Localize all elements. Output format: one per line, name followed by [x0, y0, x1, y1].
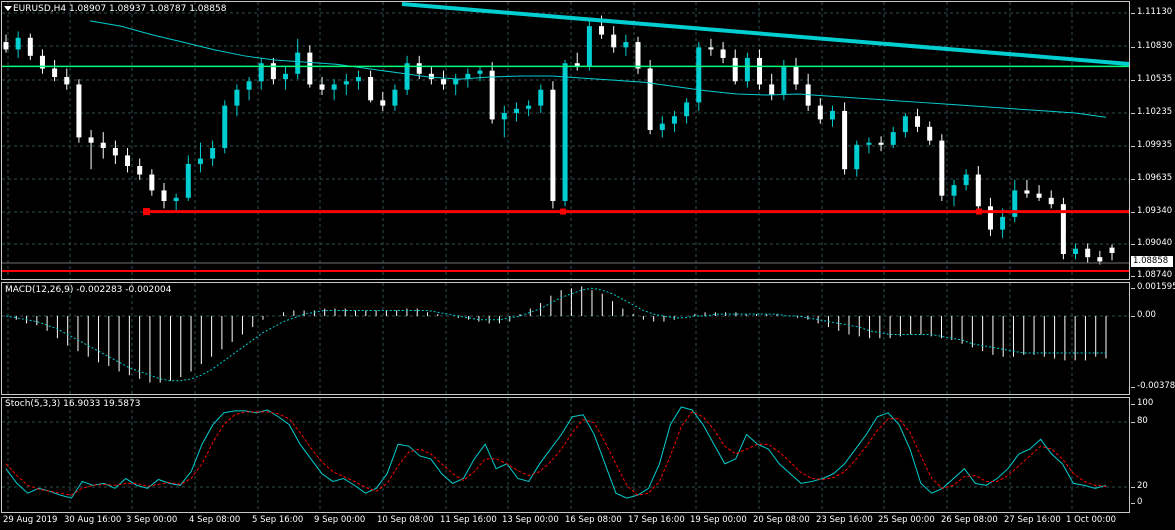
date-label: 16 Sep 08:00	[565, 515, 622, 525]
price-tick: 1.08740	[1130, 270, 1173, 280]
date-label: 3 Sep 00:00	[126, 515, 178, 525]
price-tick: 1.09340	[1130, 206, 1173, 216]
chart-window[interactable]: EURUSD,H4 1.08907 1.08937 1.08787 1.0885…	[0, 0, 1175, 530]
date-label: 26 Sep 08:00	[941, 515, 998, 525]
date-label: 25 Sep 00:00	[878, 515, 935, 525]
date-label: 13 Sep 00:00	[502, 515, 559, 525]
stoch-tick: 0	[1130, 497, 1143, 507]
date-label: 17 Sep 16:00	[628, 515, 685, 525]
date-label: 4 Sep 08:00	[189, 515, 241, 525]
price-tick: 1.11130	[1130, 7, 1173, 17]
date-label: 30 Aug 16:00	[64, 515, 122, 525]
price-tick: 1.10235	[1130, 107, 1173, 117]
current-price-badge: 1.08858	[1131, 256, 1173, 267]
macd-tick: -0.003788	[1131, 381, 1175, 391]
date-label: 9 Sep 00:00	[314, 515, 366, 525]
date-label: 11 Sep 16:00	[440, 515, 497, 525]
stoch-signal-line	[5, 411, 1107, 496]
date-label: 1 Oct 00:00	[1066, 515, 1117, 525]
date-label: 27 Sep 16:00	[1004, 515, 1061, 525]
date-label: 29 Aug 2019	[3, 515, 58, 525]
date-label: 19 Sep 00:00	[690, 515, 747, 525]
symbol-info: EURUSD,H4 1.08907 1.08937 1.08787 1.0885…	[13, 4, 227, 14]
date-label: 23 Sep 16:00	[816, 515, 873, 525]
macd-info: MACD(12,26,9) -0.002283 -0.002004	[5, 285, 172, 295]
stoch-tick: 100	[1130, 398, 1154, 408]
stoch-main-line	[5, 406, 1107, 499]
stoch-tick: 20	[1131, 481, 1148, 491]
macd-tick: 0.00	[1131, 310, 1156, 320]
date-label: 10 Sep 08:00	[377, 515, 434, 525]
price-tick: 1.09635	[1130, 173, 1173, 183]
price-tick: 1.09935	[1130, 140, 1173, 150]
price-tick: 1.09040	[1130, 238, 1173, 248]
stoch-info: Stoch(5,3,3) 16.9033 19.5873	[5, 399, 141, 409]
macd-tick: 0.001595	[1131, 282, 1175, 292]
date-label: 5 Sep 16:00	[252, 515, 304, 525]
stoch-tick: 80	[1131, 416, 1148, 426]
stochastic-series	[5, 406, 1107, 499]
date-label: 20 Sep 08:00	[753, 515, 810, 525]
chart-menu-arrow-icon[interactable]	[4, 6, 12, 11]
price-tick: 1.10830	[1130, 41, 1173, 51]
price-tick: 1.10535	[1130, 74, 1173, 84]
